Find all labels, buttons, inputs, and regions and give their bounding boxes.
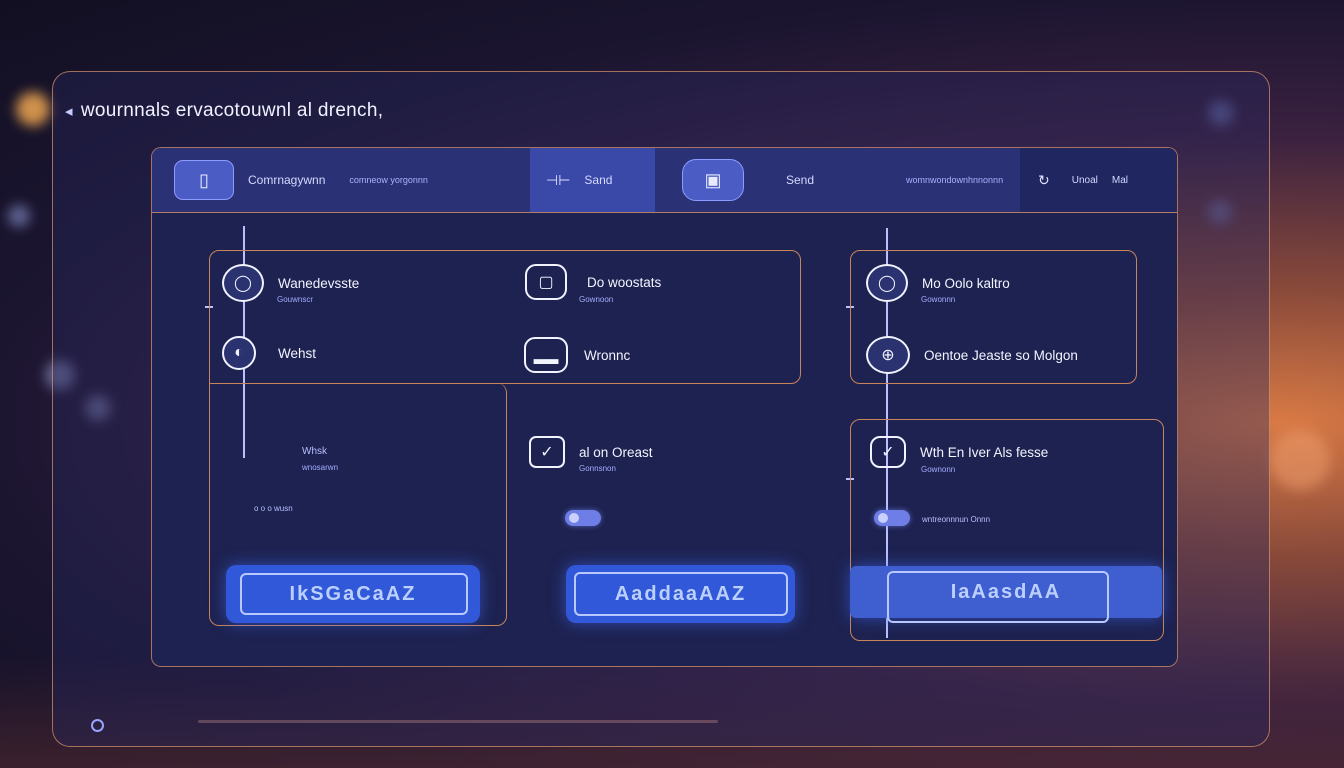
item-label: Mo Oolo kaltro — [922, 275, 1010, 291]
list-item[interactable]: ▂▂ Wronnc — [524, 337, 630, 373]
check-icon: ✓ — [529, 436, 565, 468]
refresh-icon: ↻ — [1038, 171, 1050, 188]
device-icon: ▯ — [174, 160, 234, 200]
item-sub: wnosarwn — [302, 463, 339, 472]
button-label: AaddaaAAZ — [614, 582, 747, 605]
pin-icon: ⊕ — [866, 336, 910, 374]
item-sub: Gouwnscr — [277, 295, 314, 304]
action-button-3[interactable]: IaAasdAA — [850, 566, 1162, 623]
bokeh-light — [16, 92, 50, 126]
action-button-1[interactable]: IkSGaCaAZ — [226, 565, 480, 623]
item-sub: Gownoon — [579, 295, 614, 304]
item-sub: Gowonnn — [921, 295, 956, 304]
toggle-switch[interactable] — [874, 510, 910, 526]
list-item[interactable]: ⊕ Oentoe Jeaste so Molgon — [866, 336, 1078, 374]
tab-unoal-label: Unoal — [1071, 174, 1098, 186]
window-title: ◂ wournnals ervacotouwnl al drench, — [65, 100, 383, 122]
footer-bar — [198, 720, 718, 723]
item-label: Wanedevsste — [278, 275, 360, 291]
tab-send-label: Send — [786, 173, 815, 187]
item-label: Wronnc — [584, 347, 631, 363]
bokeh-light — [8, 205, 30, 227]
item-label: Oentoe Jeaste so Molgon — [924, 347, 1078, 363]
item-label: Wehst — [278, 345, 317, 361]
check-icon: ✓ — [870, 436, 906, 468]
compass-icon: ◐ — [222, 336, 256, 370]
tab-connect[interactable]: ▯ Comrnagywnn comneow yorgonnn — [174, 148, 534, 212]
action-button-2[interactable]: AaddaaAAZ — [566, 565, 795, 623]
back-arrow-icon[interactable]: ◂ — [65, 102, 73, 120]
list-item[interactable]: ✓ Wth En Iver Als fesse — [870, 436, 1048, 468]
item-tiny: wntreonnnun Onnn — [922, 515, 991, 524]
item-label: Do woostats — [587, 274, 662, 290]
tab-sand[interactable]: ⊣⊢ Sand — [530, 148, 655, 212]
main-panel: ▯ Comrnagywnn comneow yorgonnn ⊣⊢ Sand ▣… — [151, 147, 1178, 667]
slider-icon: ⊣⊢ — [546, 171, 571, 188]
message-icon: ◯ — [866, 264, 908, 302]
button-label: IaAasdAA — [950, 580, 1062, 603]
tab-bar: ▯ Comrnagywnn comneow yorgonnn ⊣⊢ Sand ▣… — [152, 148, 1177, 213]
item-label: Whsk — [302, 446, 327, 457]
item-label: Wth En Iver Als fesse — [920, 444, 1049, 460]
tab-long[interactable]: womnwondownhnnonnn — [882, 148, 1022, 212]
tab-connect-label: Comrnagywnn — [248, 173, 326, 187]
button-label: IkSGaCaAZ — [289, 582, 417, 605]
toggle-switch[interactable] — [565, 510, 601, 526]
item-sub: Gownonn — [921, 465, 956, 474]
tab-send[interactable]: ▣ Send — [682, 148, 902, 212]
tab-unoal[interactable]: ↻ Unoal Mal — [1020, 148, 1177, 212]
tab-connect-sub: comneow yorgonnn — [349, 175, 428, 185]
item-tiny: o o o wusn — [254, 504, 293, 513]
tab-sand-label: Sand — [584, 173, 613, 187]
tab-unoal-sub: Mal — [1111, 174, 1128, 186]
status-dot-icon[interactable] — [91, 719, 104, 732]
item-label: al on Oreast — [579, 444, 653, 460]
square-icon: ▢ — [525, 264, 567, 300]
message-icon: ◯ — [222, 264, 264, 302]
bokeh-light — [1270, 430, 1330, 490]
window-title-text: wournnals ervacotouwnl al drench, — [80, 100, 384, 121]
tab-long-label: womnwondownhnnonnn — [906, 175, 1004, 185]
phone-icon: ▣ — [682, 159, 744, 201]
bar-icon: ▂▂ — [524, 337, 568, 373]
list-item[interactable]: ◐ Wehst — [222, 336, 316, 370]
item-sub: Gonnsnon — [579, 464, 616, 473]
